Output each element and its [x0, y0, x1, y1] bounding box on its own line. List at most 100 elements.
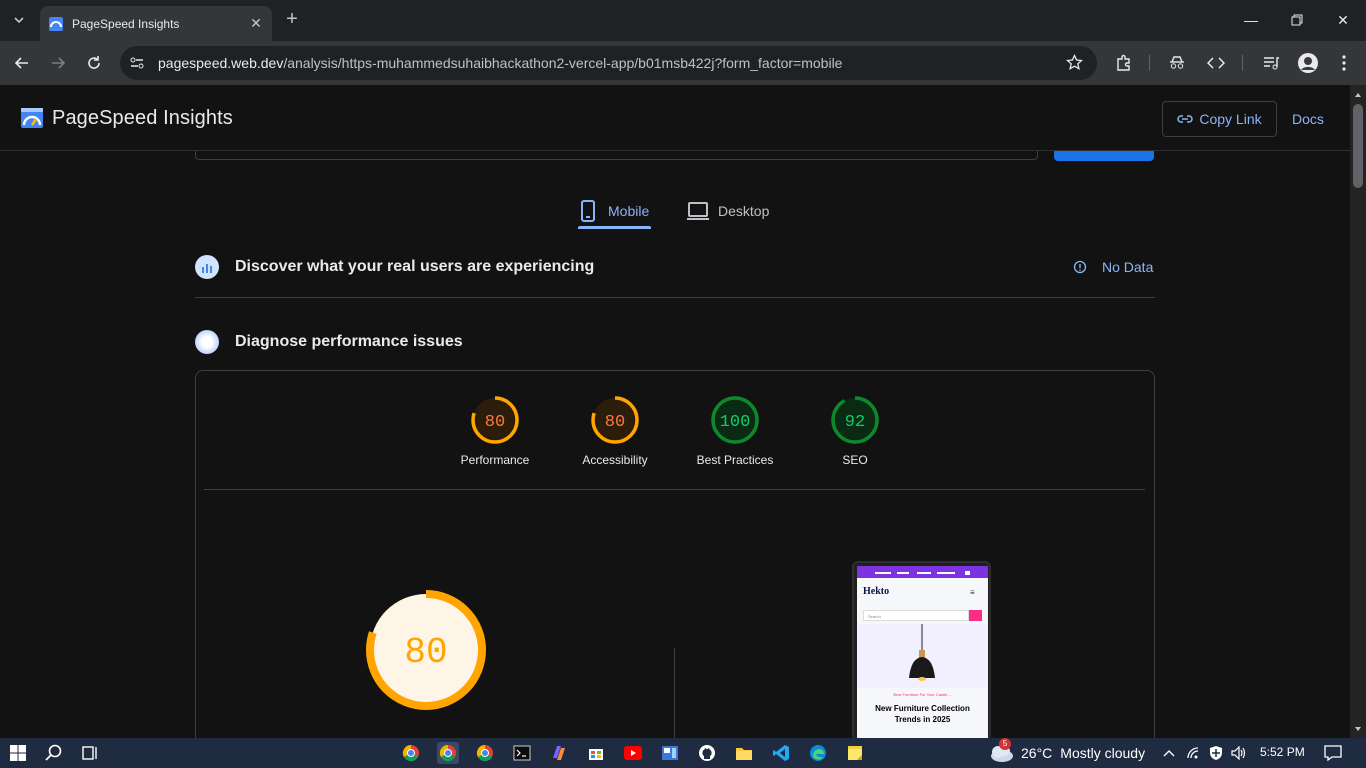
back-button[interactable]	[10, 51, 34, 75]
cloud-icon: 5	[987, 738, 1015, 764]
weather-badge: 5	[999, 738, 1011, 750]
copilot-taskbar-icon[interactable]	[548, 742, 570, 764]
browser-tab-active[interactable]: PageSpeed Insights ✕	[40, 6, 272, 41]
windows-taskbar: 5 26°C Mostly cloudy 5:52 PM	[0, 738, 1366, 768]
arrow-left-icon	[14, 57, 28, 69]
search-icon	[45, 744, 62, 761]
control-panel-taskbar-icon[interactable]	[659, 742, 681, 764]
volume-button[interactable]	[1228, 742, 1250, 764]
incognito-button[interactable]	[1165, 51, 1189, 75]
edge-taskbar-icon[interactable]	[807, 742, 829, 764]
chrome-taskbar-icon-2[interactable]	[474, 742, 496, 764]
preview-menu-icon: ≡	[970, 588, 975, 597]
section-divider	[195, 297, 1155, 298]
devtools-button[interactable]	[1204, 51, 1228, 75]
users-chart-icon	[195, 255, 219, 279]
main-performance-gauge[interactable]: 80	[366, 590, 486, 710]
tab-search-button[interactable]	[7, 8, 31, 32]
chrome-taskbar-icon[interactable]	[400, 742, 422, 764]
brand-logo[interactable]: PageSpeed Insights	[20, 106, 233, 130]
real-users-title: Discover what your real users are experi…	[235, 258, 595, 275]
file-explorer-taskbar-icon[interactable]	[733, 742, 755, 764]
scores-divider	[204, 489, 1145, 490]
arrow-right-icon	[52, 57, 66, 69]
metrics-divider	[674, 648, 675, 738]
copy-link-button[interactable]: Copy Link	[1162, 101, 1277, 137]
score-label: Performance	[460, 453, 530, 467]
chevron-down-icon	[14, 17, 24, 24]
youtube-taskbar-icon[interactable]	[622, 742, 644, 764]
task-view-icon	[82, 746, 97, 760]
store-taskbar-icon[interactable]	[585, 742, 607, 764]
active-tab-indicator	[578, 226, 651, 229]
address-bar[interactable]: pagespeed.web.dev/analysis/https-muhamme…	[120, 46, 1097, 80]
score-ring: 80	[471, 396, 519, 444]
toolbar-divider	[1149, 55, 1150, 71]
weather-temp: 26°C	[1021, 745, 1053, 761]
new-tab-button[interactable]: +	[282, 8, 302, 32]
weather-widget[interactable]: 5 26°C Mostly cloudy	[987, 738, 1146, 764]
profile-avatar[interactable]	[1296, 51, 1320, 75]
media-controls-button[interactable]	[1259, 51, 1283, 75]
security-button[interactable]	[1205, 742, 1227, 764]
score-value: 100	[720, 413, 751, 432]
tab-desktop[interactable]: Desktop	[686, 193, 769, 229]
copy-link-label: Copy Link	[1199, 111, 1262, 127]
scrollbar-thumb[interactable]	[1353, 104, 1363, 188]
reload-button[interactable]	[82, 51, 106, 75]
score-ring: 92	[831, 396, 879, 444]
forward-button[interactable]	[46, 51, 70, 75]
chrome-taskbar-icon-active[interactable]	[437, 742, 459, 764]
restore-button[interactable]	[1274, 8, 1320, 32]
terminal-taskbar-icon[interactable]	[511, 742, 533, 764]
score-gauge-best-practices[interactable]: 100 Best Practices	[675, 395, 795, 467]
weather-description: Mostly cloudy	[1060, 745, 1146, 761]
minimize-button[interactable]: —	[1228, 8, 1274, 32]
notifications-button[interactable]	[1322, 742, 1344, 764]
score-value: 80	[485, 413, 505, 432]
wifi-button[interactable]	[1183, 742, 1205, 764]
taskbar-clock[interactable]: 5:52 PM	[1260, 745, 1305, 759]
start-button[interactable]	[7, 742, 29, 764]
preview-topbar	[857, 566, 988, 578]
score-gauge-accessibility[interactable]: 80 Accessibility	[555, 395, 675, 467]
preview-topbar-items	[875, 571, 970, 575]
site-info-icon[interactable]	[128, 54, 146, 72]
tab-title: PageSpeed Insights	[72, 16, 180, 31]
score-ring: 100	[711, 396, 759, 444]
shield-icon	[1210, 746, 1222, 760]
close-tab-icon[interactable]: ✕	[246, 15, 266, 32]
diagnose-section-header: Diagnose performance issues	[195, 330, 463, 354]
diagnose-title: Diagnose performance issues	[235, 333, 463, 350]
pagespeed-logo-icon	[21, 108, 43, 128]
real-users-section-header[interactable]: Discover what your real users are experi…	[195, 255, 594, 279]
link-icon	[1177, 115, 1194, 123]
tab-mobile-label: Mobile	[608, 203, 650, 219]
scroll-up-icon[interactable]	[1350, 87, 1366, 103]
avatar-icon	[1298, 53, 1318, 73]
task-view-button[interactable]	[79, 742, 101, 764]
github-taskbar-icon[interactable]	[696, 742, 718, 764]
bookmark-star-icon[interactable]	[1065, 53, 1084, 76]
close-window-button[interactable]: ✕	[1320, 8, 1366, 32]
browser-menu-button[interactable]	[1332, 51, 1356, 75]
tab-desktop-label: Desktop	[718, 203, 770, 219]
search-button[interactable]	[43, 742, 65, 764]
extensions-button[interactable]	[1112, 51, 1136, 75]
scroll-down-icon[interactable]	[1350, 721, 1366, 737]
main-performance-score: 80	[404, 632, 447, 673]
preview-headline: New Furniture Collection Trends in 2025	[875, 704, 970, 724]
sticky-notes-taskbar-icon[interactable]	[844, 742, 866, 764]
score-gauge-seo[interactable]: 92 SEO	[795, 395, 915, 467]
score-value: 80	[605, 413, 625, 432]
tab-mobile[interactable]: Mobile	[578, 193, 649, 229]
vscode-taskbar-icon[interactable]	[770, 742, 792, 764]
system-tray-expand-button[interactable]	[1158, 742, 1180, 764]
page-screenshot-preview: Hekto ≡ Search Best Furniture For Your C…	[852, 561, 991, 738]
docs-link[interactable]: Docs	[1292, 111, 1324, 127]
wifi-icon	[1187, 747, 1199, 759]
score-gauge-performance[interactable]: 80 Performance	[435, 395, 555, 467]
phone-icon	[581, 200, 595, 222]
no-data-indicator[interactable]: No Data	[1073, 259, 1153, 275]
score-label: SEO	[842, 453, 868, 467]
